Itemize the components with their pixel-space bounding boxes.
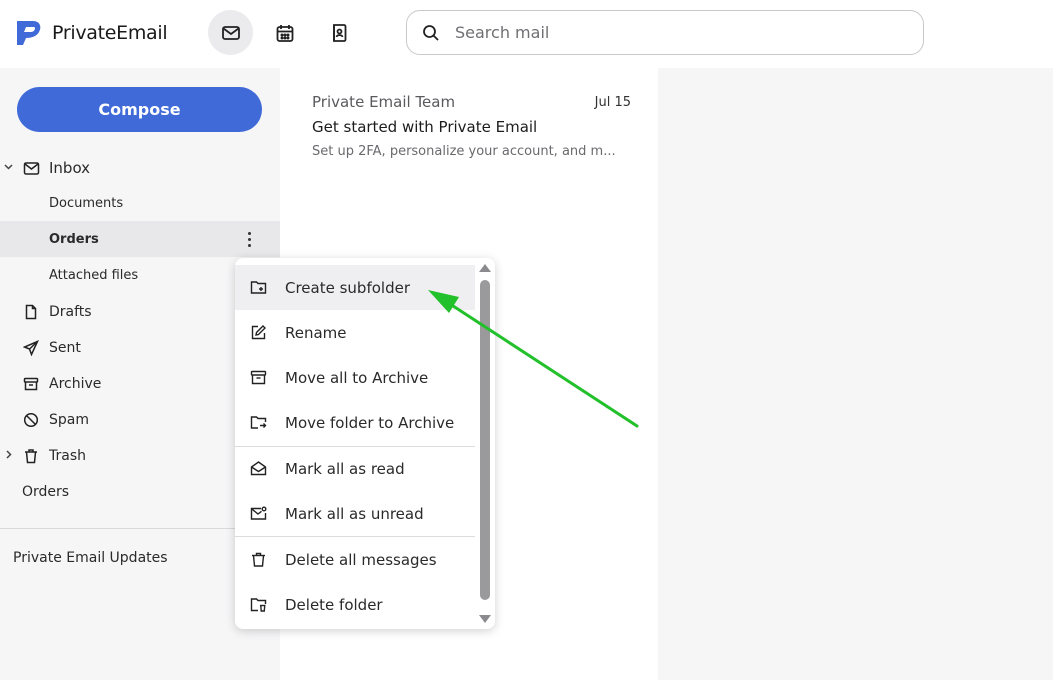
mail-open-icon: [249, 460, 267, 478]
message-sender: Private Email Team: [312, 93, 456, 111]
folder-label: Inbox: [49, 159, 91, 177]
app-name: PrivateEmail: [52, 22, 168, 44]
trash-icon: [22, 447, 40, 465]
inbox-icon: [22, 159, 40, 177]
message-row[interactable]: Private Email Team Jul 15 Get started wi…: [280, 68, 658, 178]
shared-folder-label: Private Email Updates: [13, 550, 168, 566]
archive-icon: [22, 375, 40, 393]
logo-mark-icon: [17, 21, 41, 45]
chevron-down-icon[interactable]: [3, 161, 14, 175]
menu-mark-all-unread[interactable]: Mark all as unread: [235, 491, 475, 536]
message-preview: Set up 2FA, personalize your account, an…: [312, 144, 616, 159]
folder-label: Drafts: [49, 304, 92, 320]
folder-label: Trash: [49, 448, 86, 464]
mail-nav-button[interactable]: [208, 10, 253, 55]
menu-item-label: Delete folder: [285, 595, 383, 614]
menu-item-label: Rename: [285, 323, 347, 342]
menu-item-label: Create subfolder: [285, 278, 410, 297]
compose-button[interactable]: Compose: [17, 87, 262, 132]
menu-mark-all-read[interactable]: Mark all as read: [235, 446, 475, 491]
menu-scrollbar[interactable]: [478, 262, 492, 625]
menu-move-all-to-archive[interactable]: Move all to Archive: [235, 355, 475, 400]
menu-move-folder-to-archive[interactable]: Move folder to Archive: [235, 400, 475, 445]
folder-plus-icon: [249, 279, 267, 297]
folder-label: Orders: [49, 231, 99, 247]
trash-icon: [249, 551, 267, 569]
reading-pane: [658, 68, 1053, 680]
folder-more-icon[interactable]: [241, 229, 257, 249]
draft-icon: [22, 303, 40, 321]
chevron-right-icon[interactable]: [3, 449, 14, 463]
top-bar: PrivateEmail: [0, 0, 1053, 68]
folder-move-icon: [249, 414, 267, 432]
scroll-up-icon[interactable]: [479, 264, 491, 272]
contacts-nav-button[interactable]: [316, 10, 361, 55]
mail-unread-icon: [249, 505, 267, 523]
calendar-nav-button[interactable]: [262, 10, 307, 55]
folder-label: Sent: [49, 340, 81, 356]
calendar-icon: [276, 24, 293, 42]
scroll-thumb[interactable]: [480, 280, 490, 600]
menu-item-label: Mark all as read: [285, 459, 405, 478]
scroll-down-icon[interactable]: [479, 615, 491, 623]
mail-icon: [221, 25, 240, 40]
folder-label: Attached files: [49, 267, 139, 283]
contacts-icon: [332, 23, 346, 42]
message-date: Jul 15: [594, 95, 631, 110]
menu-item-label: Mark all as unread: [285, 504, 424, 523]
menu-item-label: Move folder to Archive: [285, 413, 455, 432]
folder-orders[interactable]: Orders: [0, 221, 280, 257]
folder-delete-icon: [249, 596, 267, 614]
menu-item-label: Delete all messages: [285, 550, 437, 569]
message-subject: Get started with Private Email: [312, 118, 538, 136]
folder-label: Archive: [49, 376, 102, 392]
folder-label: Orders: [22, 484, 70, 500]
folder-inbox[interactable]: Inbox: [0, 150, 280, 186]
folder-documents[interactable]: Documents: [0, 185, 280, 221]
folder-label: Spam: [49, 412, 89, 428]
menu-rename[interactable]: Rename: [235, 310, 475, 355]
archive-icon: [249, 369, 267, 387]
folder-label: Documents: [49, 195, 124, 211]
search-input[interactable]: [455, 23, 875, 42]
spam-icon: [22, 411, 40, 429]
menu-item-label: Move all to Archive: [285, 368, 429, 387]
menu-delete-all-messages[interactable]: Delete all messages: [235, 537, 475, 582]
folder-context-menu: Create subfolder Rename Move all to Arch…: [235, 258, 495, 629]
search-icon: [423, 24, 439, 41]
edit-icon: [249, 324, 267, 342]
menu-create-subfolder[interactable]: Create subfolder: [235, 265, 475, 310]
app-logo[interactable]: PrivateEmail: [15, 19, 168, 47]
send-icon: [22, 339, 40, 357]
menu-delete-folder[interactable]: Delete folder: [235, 582, 475, 627]
search-box[interactable]: [406, 10, 924, 55]
